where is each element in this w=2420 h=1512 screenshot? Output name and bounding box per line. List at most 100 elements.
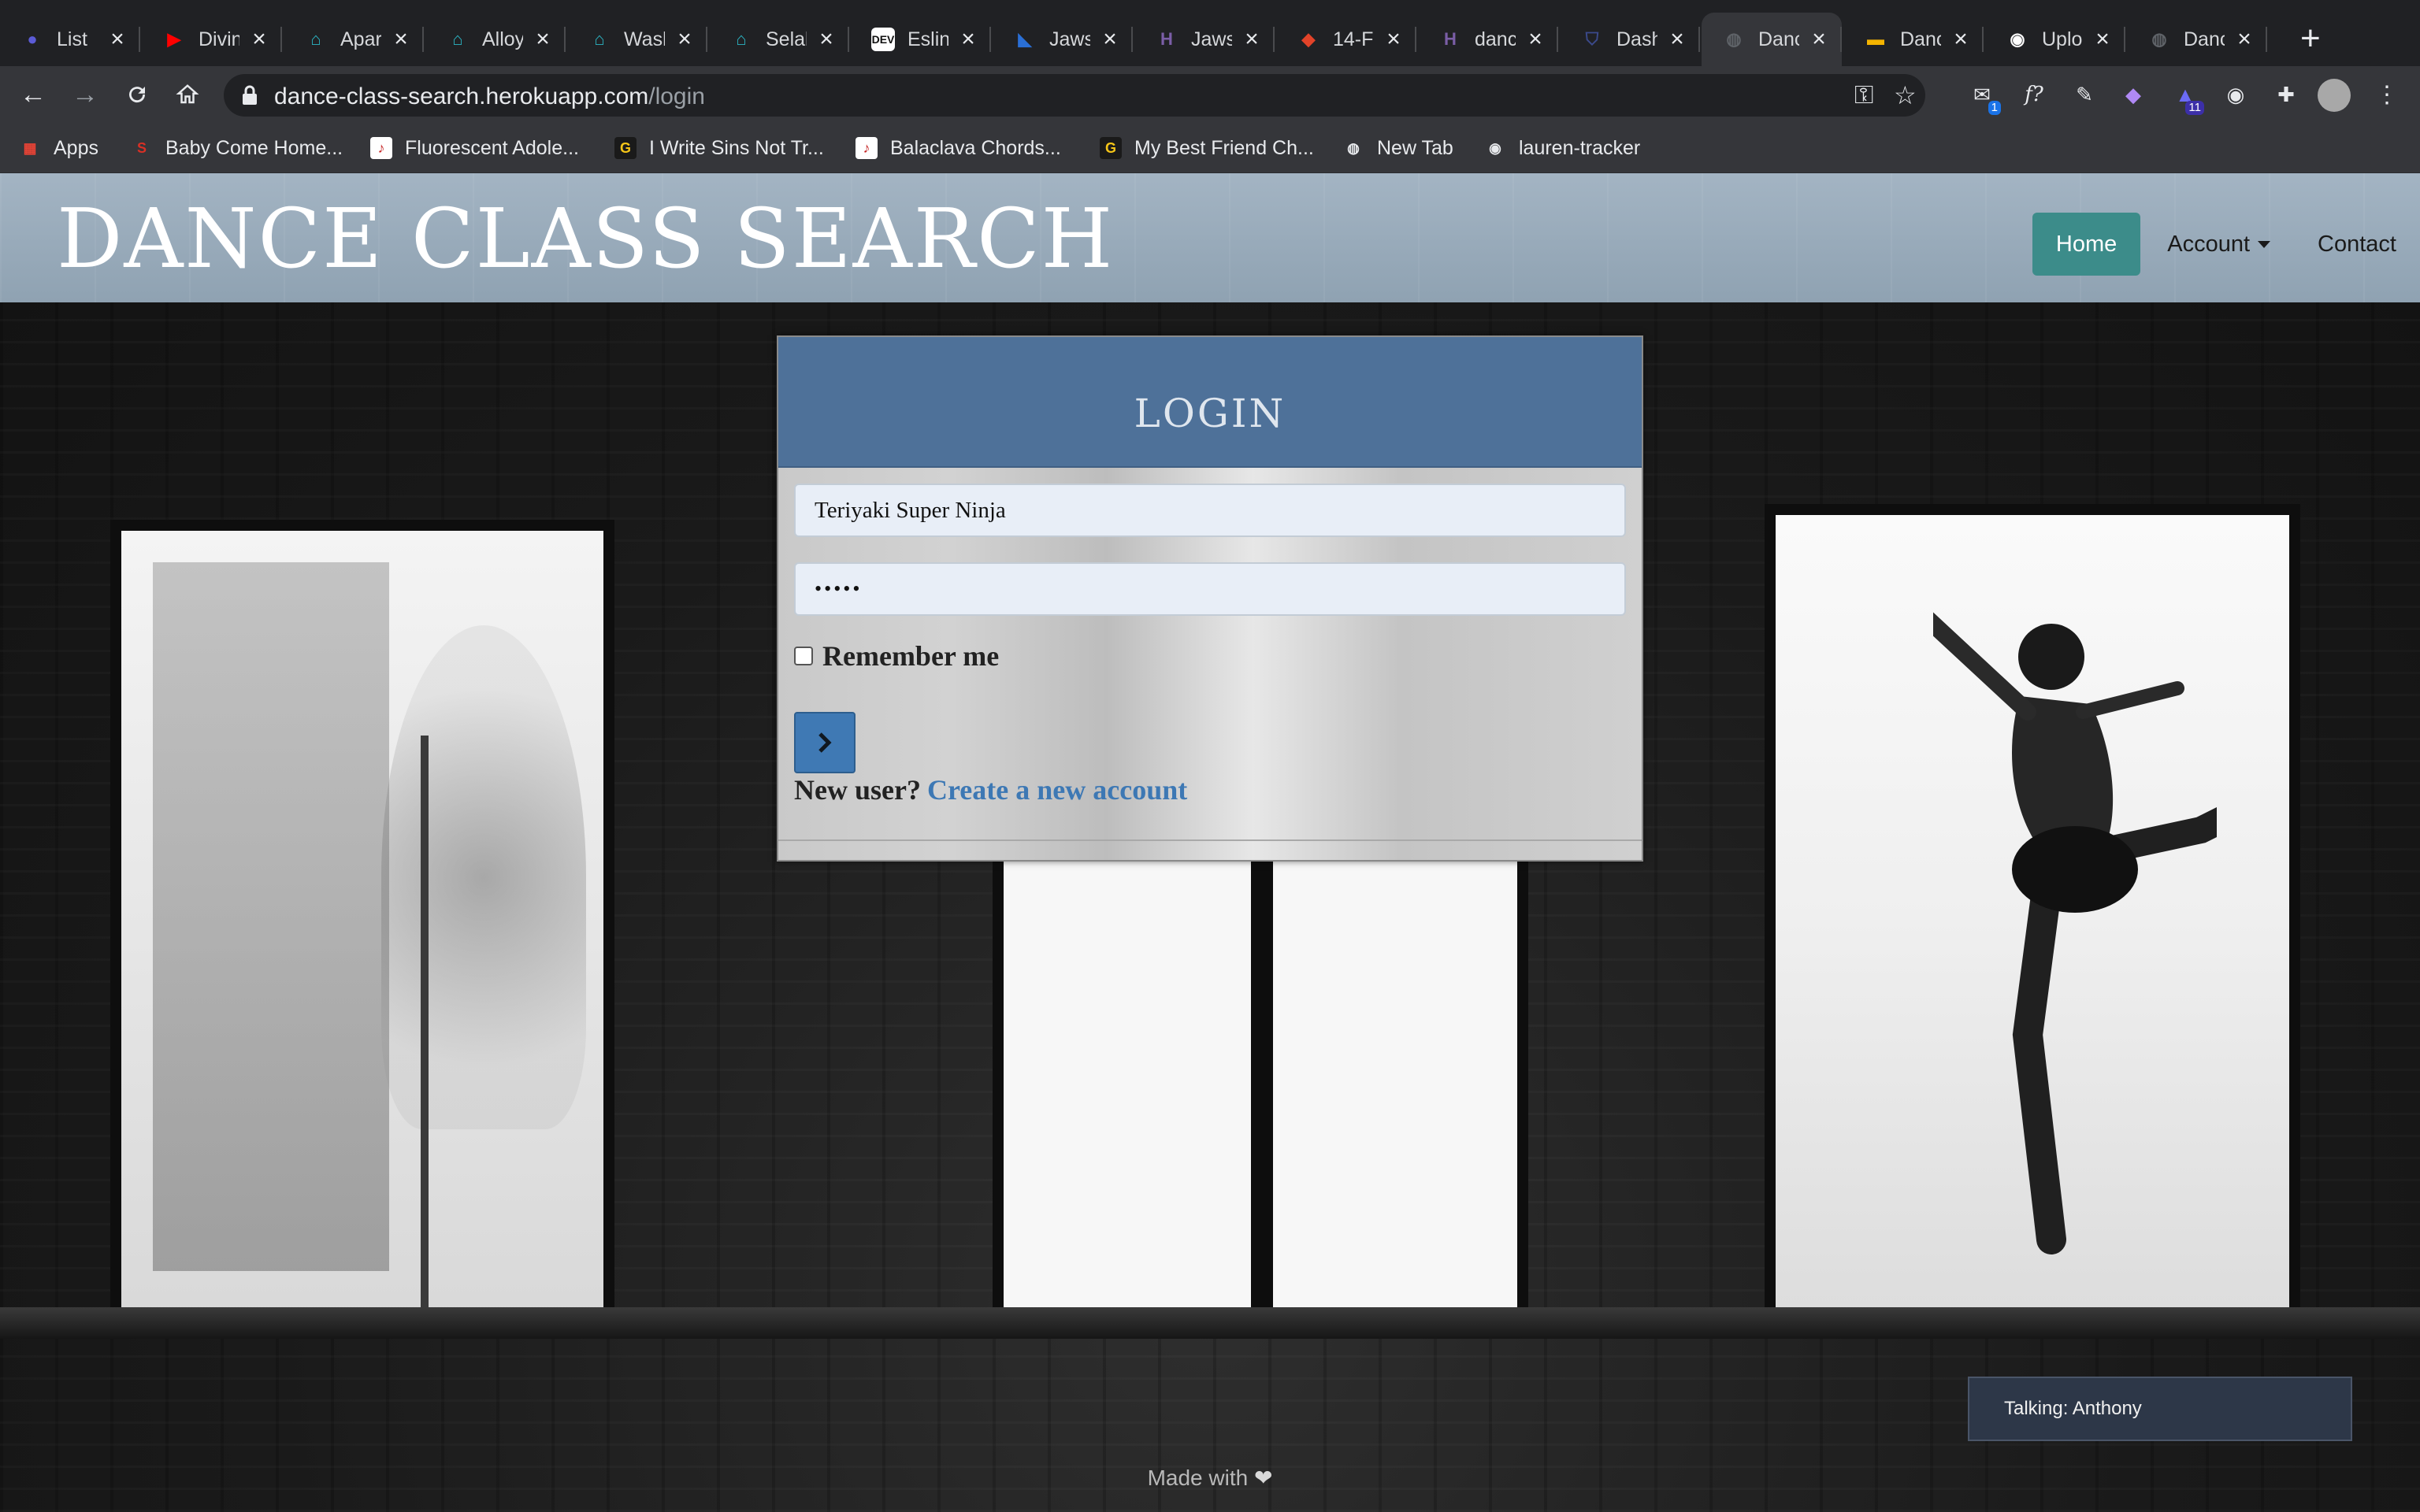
close-tab-icon[interactable]: × — [247, 26, 271, 53]
close-tab-icon[interactable]: × — [1382, 26, 1405, 53]
bookmark-label: Apps — [54, 136, 98, 159]
menu-kebab-icon[interactable]: ⋮ — [2371, 79, 2403, 110]
bookmark-item[interactable]: ♪ Balaclava Chords... — [856, 134, 1061, 162]
close-tab-icon[interactable]: × — [389, 26, 413, 53]
extensions-puzzle-icon[interactable]: ✚ — [2270, 79, 2302, 110]
github-icon: ◉ — [1489, 139, 1501, 156]
close-tab-icon[interactable]: × — [815, 26, 838, 53]
remember-me-checkbox[interactable] — [794, 647, 813, 665]
youtube-icon: ▶ — [167, 29, 181, 49]
browser-tab[interactable]: ⌂ Wasl × — [567, 13, 707, 66]
new-tab-icon[interactable]: + — [2300, 19, 2321, 58]
username-input[interactable]: Teriyaki Super Ninja — [794, 484, 1626, 537]
heroku-icon: H — [1160, 29, 1173, 49]
extension-fx-icon[interactable]: f? — [2018, 79, 2050, 110]
password-input[interactable]: ••••• — [794, 562, 1626, 616]
background-window-right — [1765, 504, 2300, 1339]
extension-mail-icon[interactable]: ✉ 1 — [1966, 79, 2001, 115]
extension-shape-icon[interactable]: ◆ — [2118, 79, 2149, 110]
footer-text: Made with — [1147, 1466, 1249, 1490]
bookmark-label: lauren-tracker — [1519, 136, 1641, 159]
tab-label: Danc — [2184, 28, 2225, 50]
tab-separator — [1415, 27, 1416, 52]
bookmark-label: I Write Sins Not Tr... — [649, 136, 824, 159]
dev-icon: DEV — [871, 28, 895, 51]
browser-tab[interactable]: DEV Eslin × — [851, 13, 991, 66]
bookmark-item[interactable]: G I Write Sins Not Tr... — [614, 134, 824, 162]
address-bar[interactable]: dance-class-search.herokuapp.com/login ⚿… — [224, 74, 1925, 117]
profile-avatar[interactable] — [2318, 79, 2351, 112]
bookmark-item[interactable]: ♪ Fluorescent Adole... — [370, 134, 579, 162]
remember-me-row: Remember me — [794, 639, 999, 673]
guitar-icon: ♪ — [856, 137, 878, 159]
lock-icon[interactable] — [241, 85, 258, 109]
shield-icon: ⛉ — [1585, 29, 1599, 49]
tab-separator — [1273, 27, 1275, 52]
close-tab-icon[interactable]: × — [1098, 26, 1122, 53]
home-icon[interactable] — [170, 77, 205, 112]
new-user-prompt: New user? Create a new account — [794, 773, 1187, 806]
browser-tab[interactable]: ◉ Uplo × — [1985, 13, 2125, 66]
browser-tab[interactable]: ▶ Divin × — [142, 13, 282, 66]
browser-tab[interactable]: ◍ Danc × — [1702, 13, 1842, 66]
browser-tab[interactable]: ◆ 14-F × — [1276, 13, 1416, 66]
browser-tab[interactable]: ⌂ Alloy × — [425, 13, 566, 66]
close-tab-icon[interactable]: × — [2233, 26, 2256, 53]
nav-contact[interactable]: Contact — [2294, 213, 2420, 276]
browser-tab[interactable]: ⛉ Dash × — [1560, 13, 1700, 66]
browser-tab[interactable]: ● List × — [0, 13, 140, 66]
star-icon[interactable]: ☆ — [1894, 80, 1917, 110]
browser-tab[interactable]: ◣ Jaws × — [993, 13, 1133, 66]
extension-hat-icon[interactable]: ▲ 11 — [2169, 79, 2204, 115]
globe-icon: ◍ — [1726, 29, 1742, 49]
nav-account-label: Account — [2167, 231, 2251, 257]
close-tab-icon[interactable]: × — [673, 26, 696, 53]
window-sill — [0, 1307, 2420, 1339]
close-tab-icon[interactable]: × — [1524, 26, 1547, 53]
key-icon[interactable]: ⚿ — [1854, 80, 1873, 110]
nav-home[interactable]: Home — [2032, 213, 2141, 276]
forward-icon[interactable]: → — [68, 77, 102, 112]
tab-separator — [422, 27, 424, 52]
browser-tab[interactable]: Hdanc × — [1418, 13, 1558, 66]
bookmark-label: Fluorescent Adole... — [405, 136, 579, 159]
close-tab-icon[interactable]: × — [531, 26, 555, 53]
bookmark-label: New Tab — [1377, 136, 1453, 159]
login-submit-button[interactable] — [794, 712, 856, 773]
browser-tab[interactable]: ◍ Danc × — [2127, 13, 2267, 66]
bookmark-item[interactable]: ▦ Apps — [19, 134, 98, 162]
browser-toolbar: ← → dance-class-search.herokuapp.com/log… — [0, 66, 2420, 123]
dancer-silhouette — [1933, 612, 2217, 1254]
close-tab-icon[interactable]: × — [1665, 26, 1689, 53]
close-tab-icon[interactable]: × — [2091, 26, 2114, 53]
bookmark-item[interactable]: ◉ lauren-tracker — [1484, 134, 1640, 162]
close-tab-icon[interactable]: × — [1949, 26, 1973, 53]
remember-me-label[interactable]: Remember me — [822, 639, 999, 673]
bookmark-item[interactable]: ◍ New Tab — [1342, 134, 1453, 162]
background-window-left — [110, 520, 614, 1339]
jaws-icon: ◣ — [1018, 29, 1032, 49]
tab-label: Jaws — [1191, 28, 1232, 50]
create-account-link[interactable]: Create a new account — [927, 774, 1187, 806]
browser-tab[interactable]: H Jaws × — [1134, 13, 1275, 66]
bookmark-item[interactable]: S Baby Come Home... — [131, 134, 343, 162]
close-tab-icon[interactable]: × — [1240, 26, 1264, 53]
tab-label: Divin — [199, 28, 239, 50]
tab-label: Apar — [340, 28, 381, 50]
back-icon[interactable]: ← — [16, 77, 50, 112]
reload-icon[interactable] — [120, 77, 154, 112]
site-brand[interactable]: DANCE CLASS SEARCH — [57, 191, 1114, 287]
bookmark-item[interactable]: G My Best Friend Ch... — [1100, 134, 1314, 162]
extension-globe-icon[interactable]: ◉ — [2220, 79, 2251, 110]
browser-tab[interactable]: ⌂ Apar × — [284, 13, 424, 66]
bookmark-label: Balaclava Chords... — [890, 136, 1061, 159]
extension-pen-icon[interactable]: ✎ — [2069, 79, 2100, 110]
nav-account-dropdown[interactable]: Account — [2143, 213, 2294, 276]
close-tab-icon[interactable]: × — [956, 26, 980, 53]
browser-tab[interactable]: ⌂ Selal × — [709, 13, 849, 66]
tab-separator — [706, 27, 707, 52]
browser-tab[interactable]: ▬ Danc × — [1843, 13, 1984, 66]
close-tab-icon[interactable]: × — [106, 26, 129, 53]
close-tab-icon[interactable]: × — [1807, 26, 1831, 53]
tab-separator — [139, 27, 140, 52]
